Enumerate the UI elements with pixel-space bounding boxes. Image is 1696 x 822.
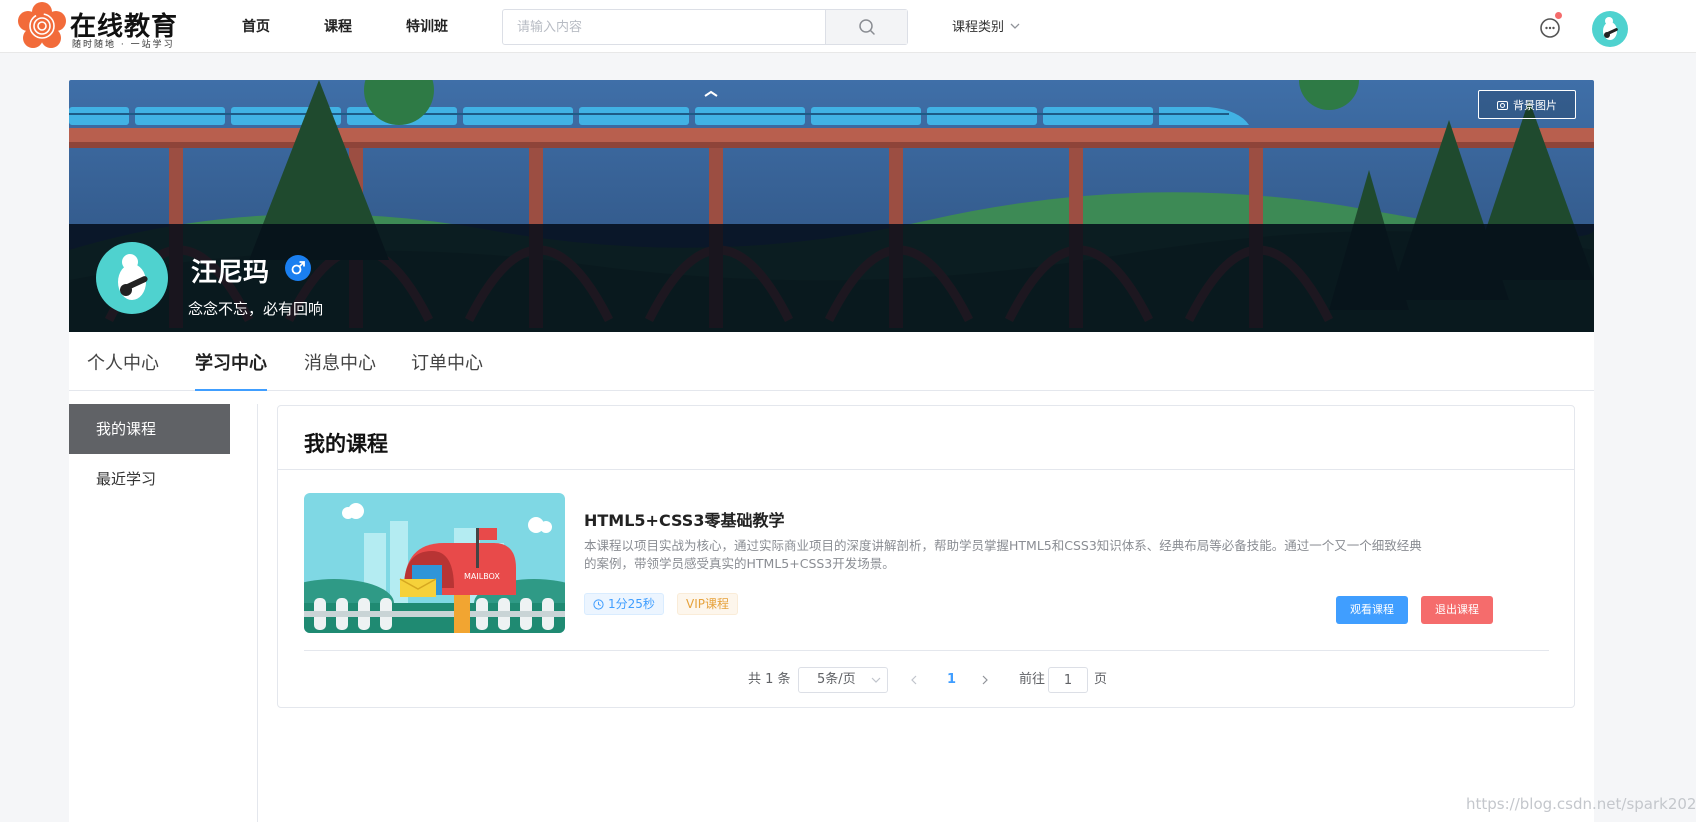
course-title[interactable]: HTML5+CSS3零基础教学 bbox=[584, 507, 784, 531]
duration-tag: 1分25秒 bbox=[584, 593, 664, 615]
flower-logo-icon bbox=[18, 2, 66, 48]
mailbox-illustration: MAILBOX bbox=[304, 493, 565, 633]
goto-page-input[interactable] bbox=[1048, 667, 1088, 693]
search-box bbox=[502, 9, 908, 45]
panel-divider bbox=[278, 469, 1574, 470]
avatar-image bbox=[118, 254, 148, 300]
goto-label: 前往 bbox=[1019, 672, 1046, 687]
profile-banner: 背景图片 汪尼玛 念念不忘，必有回响 bbox=[69, 80, 1594, 332]
top-navbar: 在线教育 随时随地 · 一站学习 首页 课程 特训班 课程类别 bbox=[0, 0, 1696, 53]
search-icon bbox=[858, 19, 875, 35]
watermark-text: https://blog.csdn.net/spark2022 bbox=[1466, 795, 1696, 813]
page-suffix: 页 bbox=[1094, 672, 1108, 687]
unread-dot bbox=[1555, 12, 1562, 19]
male-gender-icon bbox=[285, 255, 311, 281]
profile-info-strip: 汪尼玛 念念不忘，必有回响 bbox=[69, 224, 1594, 332]
logo-subtitle: 随时随地 · 一站学习 bbox=[72, 40, 175, 50]
side-menu-my-courses[interactable]: 我的课程 bbox=[69, 404, 230, 454]
avatar-image bbox=[1603, 17, 1618, 40]
search-button[interactable] bbox=[825, 10, 907, 44]
profile-motto: 念念不忘，必有回响 bbox=[188, 300, 324, 318]
tab-order-center[interactable]: 订单中心 bbox=[411, 349, 483, 375]
quit-course-button[interactable]: 退出课程 bbox=[1421, 596, 1493, 624]
tab-message-center[interactable]: 消息中心 bbox=[304, 349, 376, 375]
clock-icon bbox=[593, 598, 604, 610]
search-input[interactable] bbox=[503, 10, 825, 44]
panel-title: 我的课程 bbox=[304, 432, 388, 456]
course-category-dropdown[interactable]: 课程类别 bbox=[952, 16, 1020, 35]
tab-personal-center[interactable]: 个人中心 bbox=[87, 349, 159, 375]
chevron-down-icon bbox=[871, 677, 881, 683]
site-logo[interactable]: 在线教育 随时随地 · 一站学习 bbox=[16, 2, 196, 50]
profile-name: 汪尼玛 bbox=[191, 258, 270, 288]
page-number-current[interactable]: 1 bbox=[947, 667, 956, 693]
tab-learning-center[interactable]: 学习中心 bbox=[195, 349, 267, 375]
profile-avatar[interactable] bbox=[96, 242, 168, 314]
watch-course-button[interactable]: 观看课程 bbox=[1336, 596, 1408, 624]
user-avatar[interactable] bbox=[1592, 11, 1628, 47]
change-background-button[interactable]: 背景图片 bbox=[1478, 90, 1576, 119]
camera-icon bbox=[1497, 100, 1508, 110]
vip-tag: VIP课程 bbox=[677, 593, 738, 615]
nav-courses[interactable]: 课程 bbox=[324, 16, 352, 36]
nav-home[interactable]: 首页 bbox=[242, 16, 270, 36]
next-page-button[interactable] bbox=[981, 667, 989, 693]
category-label: 课程类别 bbox=[952, 20, 1005, 35]
mailbox-label: MAILBOX bbox=[464, 572, 500, 581]
page-size-value: 5条/页 bbox=[817, 672, 856, 687]
profile-tabs: 个人中心 学习中心 消息中心 订单中心 bbox=[69, 332, 1594, 391]
previous-page-button[interactable] bbox=[910, 667, 918, 693]
course-description: 本课程以项目实战为核心，通过实际商业项目的深度讲解剖析，帮助学员掌握HTML5和… bbox=[584, 538, 1422, 571]
duration-text: 1分25秒 bbox=[608, 597, 655, 611]
pagination-total: 共 1 条 bbox=[748, 672, 791, 687]
my-courses-panel: 我的课程 MAILBOX HTML5+CSS3零基础教学 本课程以项目实战为核心… bbox=[277, 405, 1575, 708]
chevron-down-icon bbox=[1010, 23, 1020, 29]
chat-bubble-icon bbox=[1540, 18, 1560, 38]
sidebar-divider bbox=[257, 404, 258, 822]
course-thumbnail[interactable]: MAILBOX bbox=[304, 493, 565, 633]
course-row-divider bbox=[304, 650, 1549, 651]
chevron-right-icon bbox=[982, 675, 988, 685]
page-size-select[interactable]: 5条/页 bbox=[798, 667, 888, 693]
change-background-label: 背景图片 bbox=[1513, 98, 1557, 112]
message-button[interactable] bbox=[1538, 12, 1562, 40]
nav-training[interactable]: 特训班 bbox=[406, 16, 448, 36]
side-menu-recent-learning[interactable]: 最近学习 bbox=[69, 454, 230, 504]
chevron-left-icon bbox=[911, 675, 917, 685]
